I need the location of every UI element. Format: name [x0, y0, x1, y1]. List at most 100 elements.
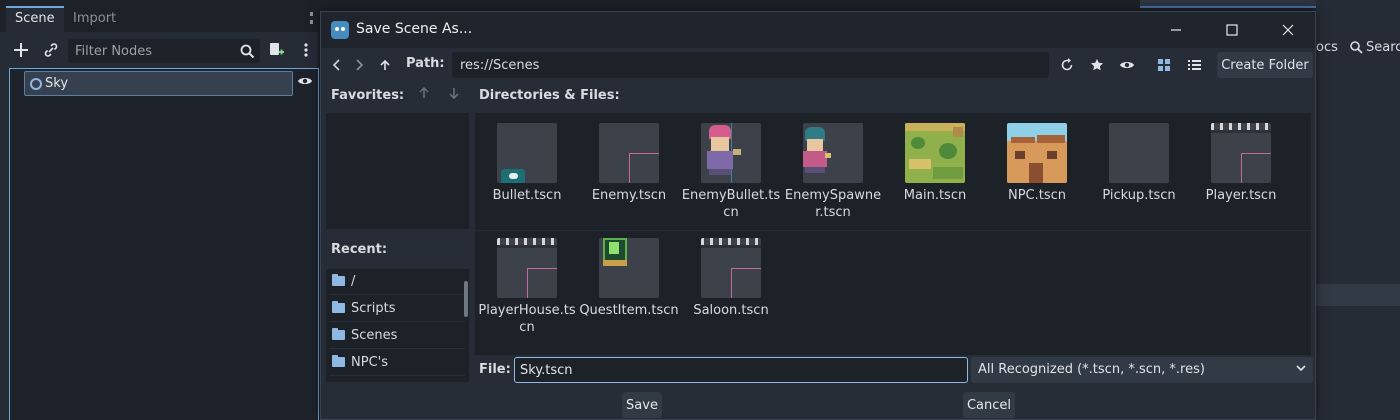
tree-node-label: Sky — [45, 76, 69, 91]
file-label: File: — [479, 362, 511, 377]
file-item-enemybullet[interactable]: EnemyBullet.tscn — [679, 113, 780, 225]
recent-item-label: Scenes — [351, 328, 398, 343]
path-input[interactable] — [452, 52, 1049, 78]
show-hidden-eye-icon[interactable] — [1116, 54, 1138, 76]
folder-icon — [332, 355, 345, 367]
file-name: Main.tscn — [903, 188, 967, 203]
list-item[interactable]: NPC's — [329, 350, 465, 376]
file-name: NPC.tscn — [1007, 188, 1067, 203]
file-item-enemy[interactable]: Enemy.tscn — [577, 113, 677, 225]
filter-nodes-field — [68, 39, 260, 63]
scene-thumbnail — [905, 123, 965, 183]
list-view-icon[interactable] — [1183, 54, 1205, 76]
save-button[interactable]: Save — [622, 392, 662, 418]
cancel-button[interactable]: Cancel — [963, 392, 1015, 418]
scene-tree: Sky — [9, 68, 319, 420]
forward-chevron-icon[interactable] — [348, 54, 370, 76]
tab-scene[interactable]: Scene — [6, 6, 64, 32]
grid-view-icon[interactable] — [1153, 54, 1175, 76]
file-type-selected: All Recognized (*.tscn, *.scn, *.res) — [978, 362, 1205, 377]
file-item-bullet[interactable]: Bullet.tscn — [475, 113, 575, 225]
file-item-saloon[interactable]: Saloon.tscn — [679, 228, 779, 340]
folder-icon — [332, 274, 345, 286]
search-docs-icon — [1350, 41, 1363, 58]
scene-thumbnail — [599, 238, 659, 298]
file-name: Player.tscn — [1205, 188, 1277, 203]
tab-search-help[interactable]: Searc — [1366, 40, 1400, 55]
file-name: QuestItem.tscn — [579, 303, 679, 318]
save-scene-dialog: Save Scene As... Path: res://Scenes Crea… — [320, 11, 1316, 420]
create-folder-button[interactable]: Create Folder — [1217, 52, 1313, 78]
scene-dock: Scene Import Sky — [0, 0, 319, 420]
directories-files-label: Directories & Files: — [479, 88, 620, 103]
recent-scrollbar[interactable] — [464, 281, 468, 317]
chevron-down-icon — [1295, 362, 1307, 378]
recent-label: Recent: — [331, 242, 388, 257]
visibility-eye-icon[interactable] — [297, 75, 313, 91]
add-node-icon[interactable] — [10, 39, 32, 61]
file-item-questitem[interactable]: QuestItem.tscn — [577, 228, 679, 340]
tree-node-sky[interactable]: Sky — [24, 71, 293, 96]
folder-icon — [332, 301, 345, 313]
file-item-playerhouse[interactable]: PlayerHouse.tscn — [475, 228, 576, 340]
editor-bottom-panel-header — [1316, 284, 1400, 306]
dialog-titlebar: Save Scene As... — [321, 12, 1315, 48]
file-name: EnemyBullet.tscn — [681, 188, 781, 220]
dialog-title: Save Scene As... — [356, 21, 473, 37]
drag-handle[interactable] — [310, 12, 313, 24]
file-name: PlayerHouse.tscn — [478, 303, 576, 335]
path-toolbar: Path: Create Folder — [321, 52, 1315, 78]
recent-item-label: / — [351, 274, 356, 289]
favorites-list[interactable] — [326, 113, 469, 229]
file-name: Enemy.tscn — [591, 188, 667, 203]
recent-item-label: Scripts — [351, 301, 396, 316]
file-type-select[interactable]: All Recognized (*.tscn, *.scn, *.res) — [971, 357, 1313, 383]
attach-script-icon[interactable] — [265, 39, 287, 61]
minimize-button[interactable] — [1148, 12, 1204, 48]
scene-thumbnail — [803, 123, 863, 183]
scene-thumbnail — [701, 238, 761, 298]
tab-import[interactable]: Import — [64, 6, 125, 32]
tab-docs[interactable]: ocs — [1316, 40, 1338, 55]
file-grid: Bullet.tscn Enemy.tscn EnemyBullet.tscn — [475, 113, 1311, 355]
list-item[interactable]: Scripts — [329, 296, 465, 322]
refresh-icon[interactable] — [1056, 54, 1078, 76]
close-button[interactable] — [1260, 12, 1316, 48]
list-item[interactable]: Scenes — [329, 323, 465, 349]
favorite-star-icon[interactable] — [1086, 54, 1108, 76]
scene-thumbnail — [1007, 123, 1067, 183]
back-chevron-icon[interactable] — [326, 54, 348, 76]
scene-thumbnail — [1211, 123, 1271, 183]
list-item[interactable]: / — [329, 269, 465, 295]
path-label: Path: — [406, 56, 445, 71]
file-item-main[interactable]: Main.tscn — [883, 113, 983, 225]
file-item-enemyspawner[interactable]: EnemySpawner.tscn — [781, 113, 881, 225]
scene-thumbnail — [1109, 123, 1169, 183]
scene-thumbnail — [497, 123, 557, 183]
link-icon[interactable] — [40, 39, 62, 61]
dock-tab-bar: Scene Import — [0, 0, 318, 32]
recent-list: / Scripts Scenes NPC's ... — [326, 269, 469, 382]
maximize-button[interactable] — [1204, 12, 1260, 48]
go-up-arrow-icon[interactable] — [374, 54, 396, 76]
favorites-label: Favorites: — [331, 88, 405, 103]
scene-thumbnail — [497, 238, 557, 298]
file-item-player[interactable]: Player.tscn — [1189, 113, 1289, 225]
move-favorite-up-icon[interactable] — [419, 86, 429, 102]
file-name-input[interactable] — [514, 357, 968, 383]
more-options-icon[interactable] — [295, 39, 317, 61]
scene-thumbnail — [701, 123, 761, 183]
move-favorite-down-icon[interactable] — [449, 87, 459, 102]
file-item-npc[interactable]: NPC.tscn — [985, 113, 1085, 225]
file-item-pickup[interactable]: Pickup.tscn — [1087, 113, 1187, 225]
search-icon — [236, 40, 258, 62]
list-item[interactable]: ... — [329, 377, 465, 382]
filter-nodes-input[interactable] — [68, 39, 236, 63]
godot-logo-icon — [331, 21, 349, 39]
editor-right-panel: ocs Searc — [1316, 0, 1400, 420]
node-icon — [30, 78, 42, 90]
file-name: Saloon.tscn — [693, 303, 769, 318]
file-name: EnemySpawner.tscn — [784, 188, 882, 220]
file-name: Bullet.tscn — [492, 188, 562, 203]
folder-icon — [332, 328, 345, 340]
